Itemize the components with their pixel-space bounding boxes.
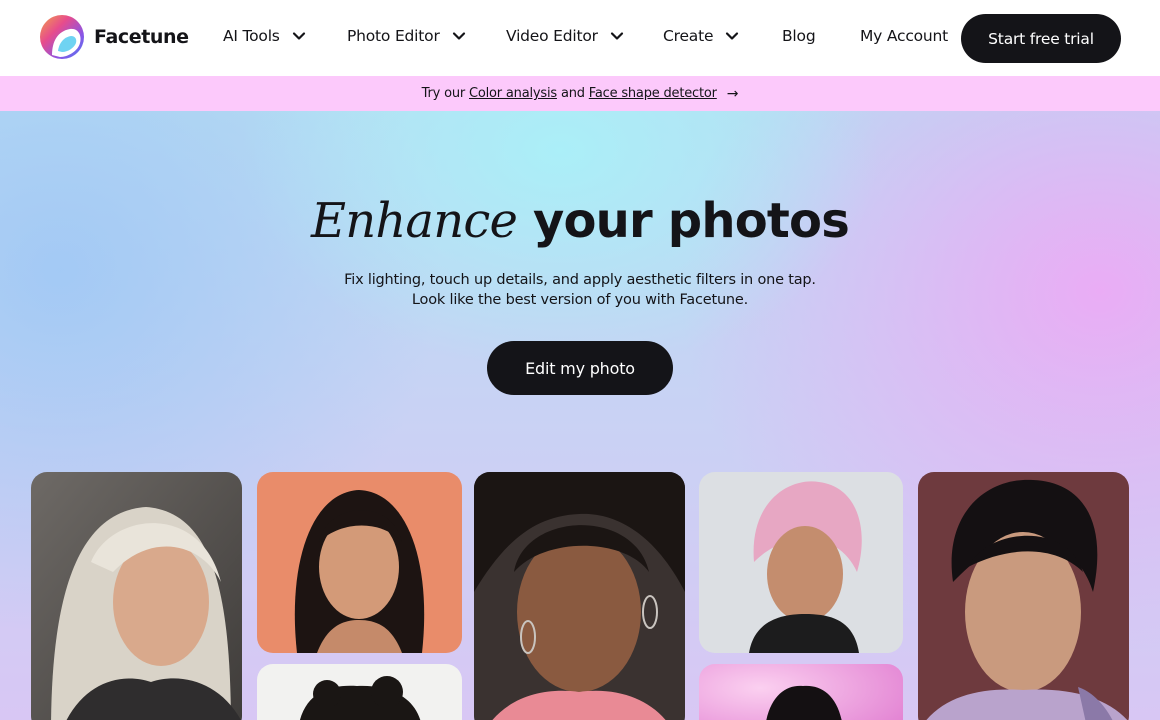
brand-logo-link[interactable]: Facetune bbox=[38, 15, 189, 59]
brand-name: Facetune bbox=[94, 26, 189, 48]
edit-my-photo-button[interactable]: Edit my photo bbox=[487, 341, 673, 395]
banner-prefix: Try our bbox=[421, 86, 466, 101]
hero-title: Enhance your photos bbox=[0, 193, 1160, 249]
chevron-down-icon bbox=[610, 32, 623, 40]
arrow-right-icon: → bbox=[726, 85, 739, 102]
chevron-down-icon bbox=[292, 32, 305, 40]
portrait-photo-silver-hair-woman bbox=[31, 472, 242, 720]
nav-menu-label: AI Tools bbox=[223, 27, 280, 45]
portrait-photo-curly-hair-person bbox=[257, 664, 462, 720]
nav-link-my-account[interactable]: My Account bbox=[860, 27, 948, 45]
hero-subtitle-line1: Fix lighting, touch up details, and appl… bbox=[344, 272, 816, 288]
nav-menu-photo-editor[interactable]: Photo Editor bbox=[347, 27, 466, 45]
hero-title-italic: Enhance bbox=[310, 193, 518, 249]
hero-section: Enhance your photos Fix lighting, touch … bbox=[0, 111, 1160, 720]
banner-middle: and bbox=[560, 86, 585, 101]
hero-subtitle: Fix lighting, touch up details, and appl… bbox=[0, 270, 1160, 310]
portrait-photo-pink-hair-person bbox=[699, 472, 903, 653]
nav-menu-label: Video Editor bbox=[506, 27, 598, 45]
nav-menu-ai-tools[interactable]: AI Tools bbox=[223, 27, 306, 45]
chevron-down-icon bbox=[726, 32, 739, 40]
portrait-photo-pink-bg-man bbox=[699, 664, 903, 720]
hero-title-rest: your photos bbox=[532, 193, 850, 249]
hero-subtitle-line2: Look like the best version of you with F… bbox=[411, 292, 749, 308]
chevron-down-icon bbox=[452, 32, 465, 40]
facetune-logo-icon bbox=[38, 15, 86, 59]
portrait-photo-tattoo-man bbox=[918, 472, 1129, 720]
portrait-photo-pink-shirt-woman bbox=[474, 472, 685, 720]
nav-menu-create[interactable]: Create bbox=[663, 27, 739, 45]
portrait-photo-orange-bg-woman bbox=[257, 472, 462, 653]
face-shape-detector-link[interactable]: Face shape detector bbox=[589, 86, 717, 101]
nav-menu-label: Photo Editor bbox=[347, 27, 440, 45]
color-analysis-link[interactable]: Color analysis bbox=[469, 86, 557, 101]
nav-menu-video-editor[interactable]: Video Editor bbox=[506, 27, 624, 45]
nav-menu-label: Create bbox=[663, 27, 714, 45]
nav-link-blog[interactable]: Blog bbox=[782, 27, 816, 45]
start-free-trial-button[interactable]: Start free trial bbox=[961, 14, 1121, 63]
promo-banner: Try our Color analysis and Face shape de… bbox=[0, 76, 1160, 111]
top-navigation: Facetune AI Tools Photo Editor Video Edi… bbox=[0, 0, 1160, 76]
